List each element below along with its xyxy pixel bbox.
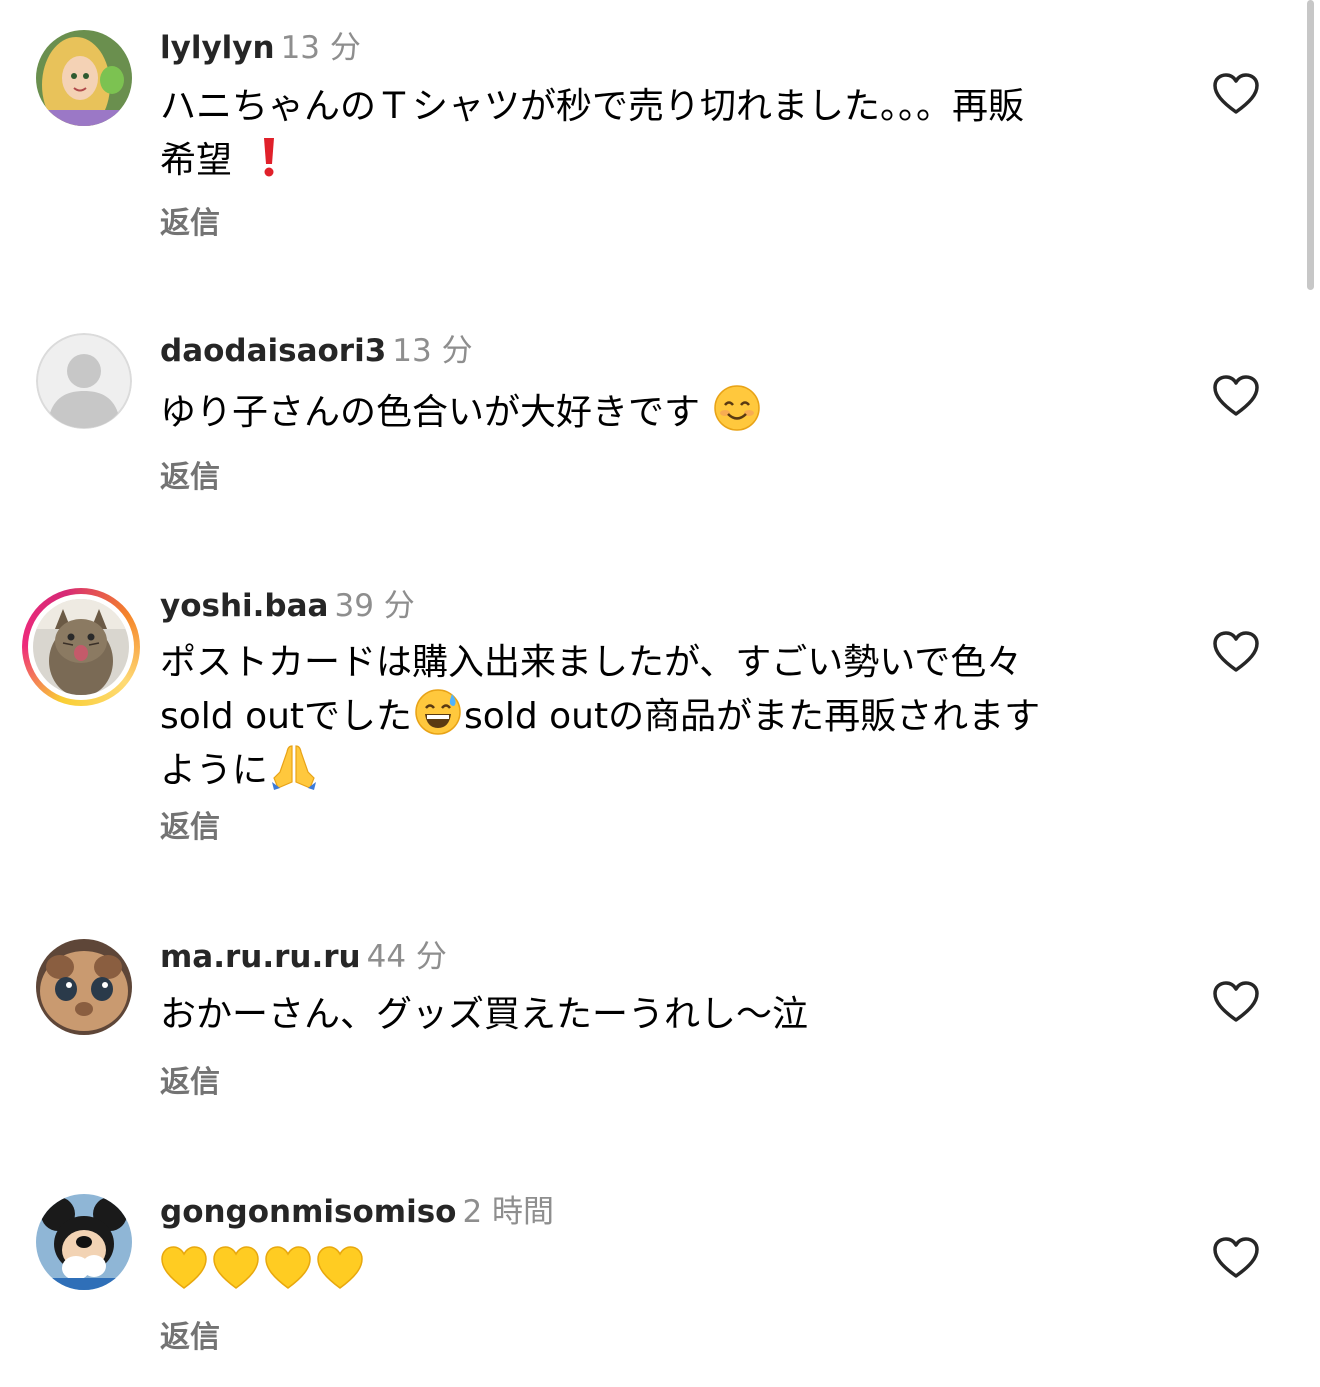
comment-text-segment: ように bbox=[160, 750, 269, 791]
comment-time: 2 時間 bbox=[462, 1194, 555, 1230]
comment-text-segment: おかーさん、グッズ買えたーうれし〜泣 bbox=[160, 994, 809, 1035]
avatar-with-story-ring[interactable] bbox=[22, 588, 140, 706]
username[interactable]: yoshi.baa bbox=[160, 588, 328, 624]
reply-button[interactable]: 返信 bbox=[160, 1063, 220, 1103]
heart-outline-icon[interactable] bbox=[1212, 72, 1260, 116]
comment-time: 44 分 bbox=[366, 939, 447, 975]
yellow-heart-emoji bbox=[213, 1246, 259, 1289]
yellow-heart-emoji bbox=[265, 1246, 311, 1289]
username[interactable]: lylylyn bbox=[160, 30, 275, 66]
username[interactable]: daodaisaori3 bbox=[160, 333, 386, 369]
comment-text-line: ポストカードは購入出来ましたが、すごい勢いで色々 bbox=[160, 642, 1023, 683]
heart-outline-icon[interactable] bbox=[1212, 374, 1260, 418]
comment-text-segment: ゆり子さんの色合いが大好きです bbox=[160, 392, 701, 433]
comment-text-segment: sold outでした bbox=[160, 696, 413, 737]
yellow-heart-emoji bbox=[161, 1246, 207, 1289]
avatar[interactable] bbox=[36, 1194, 132, 1290]
comment-text: ゆり子さんの色合いが大好きです bbox=[160, 384, 1160, 438]
avatar-image bbox=[36, 939, 132, 1035]
grinning-sweat-emoji bbox=[415, 689, 461, 735]
reply-button[interactable]: 返信 bbox=[160, 808, 220, 848]
comment-meta: daodaisaori3 13 分 bbox=[160, 331, 473, 371]
comment-text-segment: 希望 bbox=[160, 140, 233, 181]
comment-meta: yoshi.baa 39 分 bbox=[160, 586, 415, 626]
avatar[interactable] bbox=[36, 30, 132, 126]
scrollbar[interactable] bbox=[1307, 0, 1314, 290]
reply-button[interactable]: 返信 bbox=[160, 1318, 220, 1358]
comment-text-line: ように bbox=[160, 742, 1160, 796]
comment-time: 13 分 bbox=[280, 30, 361, 66]
avatar[interactable] bbox=[36, 333, 132, 429]
heart-outline-icon[interactable] bbox=[1212, 980, 1260, 1024]
yellow-heart-emoji bbox=[317, 1246, 363, 1289]
reply-button[interactable]: 返信 bbox=[160, 204, 220, 244]
comment-time: 39 分 bbox=[334, 588, 415, 624]
comment-text: ハニちゃんのＴシャツが秒で売り切れました。。。再販 希望 bbox=[160, 82, 1160, 186]
comment-text-segment: sold outの商品がまた再販されます bbox=[464, 696, 1041, 737]
avatar[interactable] bbox=[36, 939, 132, 1035]
reply-button[interactable]: 返信 bbox=[160, 458, 220, 498]
comment-text-line: sold outでした sold outの商品がまた再販されます bbox=[160, 688, 1160, 742]
comment-meta: lylylyn 13 分 bbox=[160, 28, 361, 68]
username[interactable]: ma.ru.ru.ru bbox=[160, 939, 361, 975]
default-avatar-icon bbox=[36, 333, 132, 429]
avatar bbox=[33, 599, 129, 695]
folded-hands-emoji bbox=[272, 745, 317, 790]
heart-outline-icon[interactable] bbox=[1212, 1236, 1260, 1280]
heart-outline-icon[interactable] bbox=[1212, 630, 1260, 674]
comment-meta: ma.ru.ru.ru 44 分 bbox=[160, 937, 447, 977]
avatar-image bbox=[36, 1194, 132, 1290]
comment-text-line: 希望 bbox=[160, 132, 1160, 186]
comment-meta: gongonmisomiso 2 時間 bbox=[160, 1192, 554, 1232]
smiling-face-emoji bbox=[714, 385, 761, 431]
red-exclamation-emoji bbox=[264, 138, 275, 177]
comment-text-line: ハニちゃんのＴシャツが秒で売り切れました。。。再販 bbox=[160, 86, 1025, 127]
username[interactable]: gongonmisomiso bbox=[160, 1194, 456, 1230]
cat-avatar-image bbox=[33, 599, 129, 695]
avatar-image bbox=[36, 30, 132, 126]
comment-time: 13 分 bbox=[392, 333, 473, 369]
comment-text bbox=[160, 1244, 1160, 1298]
comment-text: おかーさん、グッズ買えたーうれし〜泣 bbox=[160, 990, 1160, 1040]
comment-text: ポストカードは購入出来ましたが、すごい勢いで色々 sold outでした sol… bbox=[160, 638, 1160, 796]
